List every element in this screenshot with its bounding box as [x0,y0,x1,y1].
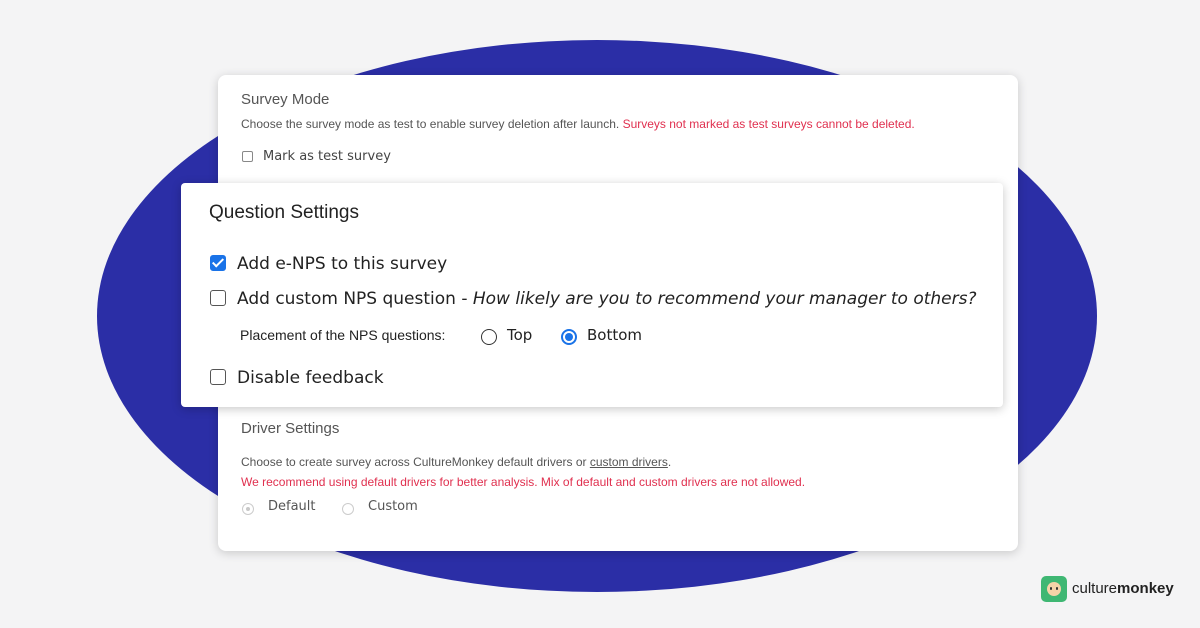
driver-settings-warning: We recommend using default drivers for b… [241,475,806,489]
custom-drivers-link[interactable]: custom drivers [590,455,668,469]
survey-mode-title: Survey Mode [241,91,330,108]
placement-top-label: Top [507,326,533,344]
question-settings-title: Question Settings [209,202,359,223]
placement-bottom-radio[interactable] [561,329,577,345]
driver-settings-title: Driver Settings [241,420,340,437]
default-drivers-label: Default [268,499,316,514]
disable-feedback-checkbox[interactable] [210,369,226,385]
custom-nps-checkbox[interactable] [210,290,226,306]
survey-mode-description-text: Choose the survey mode as test to enable… [241,117,620,131]
placement-top-radio[interactable] [481,329,497,345]
mark-test-survey-label: Mark as test survey [263,149,391,164]
custom-nps-label-text: Add custom NPS question - [237,289,473,309]
survey-mode-warning: Surveys not marked as test surveys canno… [622,117,915,131]
question-settings-card: Question Settings Add e-NPS to this surv… [181,183,1003,407]
custom-nps-question: How likely are you to recommend your man… [472,289,977,309]
survey-mode-description: Choose the survey mode as test to enable… [241,117,915,131]
driver-settings-description-text: Choose to create survey across CultureMo… [241,455,590,469]
enps-label: Add e-NPS to this survey [237,254,448,274]
brand-name-bold: monkey [1117,580,1174,597]
driver-settings-description: Choose to create survey across CultureMo… [241,455,671,469]
disable-feedback-label: Disable feedback [237,368,384,388]
enps-checkbox[interactable] [210,255,226,271]
mark-test-survey-checkbox[interactable] [242,151,253,162]
custom-drivers-label: Custom [368,499,418,514]
custom-drivers-radio[interactable] [342,503,354,515]
brand-name: culturemonkey [1072,580,1174,597]
monkey-face-icon [1041,576,1067,602]
placement-bottom-label: Bottom [587,326,643,344]
custom-nps-label: Add custom NPS question - How likely are… [237,289,977,309]
placement-label: Placement of the NPS questions: [240,327,446,343]
brand-name-light: culture [1072,580,1118,597]
driver-settings-description-suffix: . [667,455,672,469]
default-drivers-radio[interactable] [242,503,254,515]
